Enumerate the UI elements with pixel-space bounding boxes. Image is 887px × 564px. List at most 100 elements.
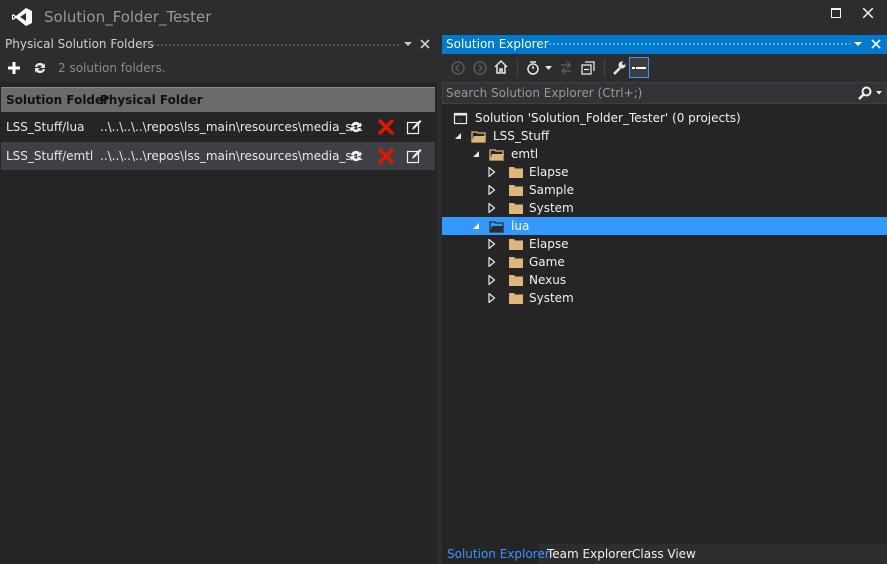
panel-dropdown-icon[interactable] — [403, 36, 417, 52]
sync-with-active-document-icon[interactable] — [558, 60, 574, 76]
folder-icon — [509, 257, 523, 268]
tab-class-view[interactable]: Class View — [632, 547, 696, 561]
delete-icon[interactable] — [378, 148, 394, 164]
tree-node-label: System — [529, 291, 574, 305]
open-folder-icon — [489, 221, 504, 233]
expanded-arrow-icon[interactable] — [471, 149, 481, 159]
tree-node-label: Game — [529, 255, 565, 269]
expanded-arrow-icon[interactable] — [471, 221, 481, 231]
tree-node-folder[interactable]: LSS_Stuff — [442, 127, 887, 145]
search-box — [442, 82, 887, 104]
folder-icon — [509, 167, 523, 178]
close-window-button[interactable] — [855, 4, 881, 24]
collapsed-arrow-icon[interactable] — [487, 257, 497, 267]
sync-icon[interactable] — [348, 148, 364, 164]
close-icon — [862, 7, 874, 19]
tree-node-folder[interactable]: Elapse — [442, 235, 887, 253]
collapsed-arrow-icon[interactable] — [487, 293, 497, 303]
panel-close-icon[interactable] — [870, 36, 884, 52]
preview-selected-items-button[interactable] — [629, 57, 649, 78]
solution-explorer-toolbar — [442, 54, 887, 82]
tab-team-explorer[interactable]: Team Explorer — [547, 547, 633, 561]
expanded-arrow-icon[interactable] — [453, 131, 463, 141]
solution-folder-cell: LSS_Stuff/emtl — [6, 149, 94, 163]
collapsed-arrow-icon[interactable] — [487, 239, 497, 249]
tree-node-label: Elapse — [529, 237, 569, 251]
visual-studio-logo-icon — [12, 8, 32, 26]
column-header-solution-folder[interactable]: Solution Folder — [6, 93, 109, 107]
physical-folder-cell: ..\..\..\..\repos\lss_main\resources\med… — [100, 120, 363, 134]
search-options-dropdown-icon[interactable] — [876, 91, 882, 95]
chevron-down-icon[interactable] — [545, 66, 552, 71]
solution-explorer-title: Solution Explorer — [446, 37, 549, 51]
tree-node-label: Solution 'Solution_Folder_Tester' (0 pro… — [475, 111, 741, 125]
tab-solution-explorer[interactable]: Solution Explorer — [447, 547, 550, 561]
solution-folder-cell: LSS_Stuff/lua — [6, 120, 85, 134]
folder-icon — [509, 275, 523, 286]
collapsed-arrow-icon[interactable] — [487, 203, 497, 213]
maximize-icon — [831, 8, 841, 18]
collapse-all-icon[interactable] — [580, 60, 596, 76]
column-header-physical-folder[interactable]: Physical Folder — [100, 93, 203, 107]
folder-icon — [509, 185, 523, 196]
tree-node-label: Elapse — [529, 165, 569, 179]
panel-dropdown-icon[interactable] — [853, 36, 867, 52]
open-folder-icon — [489, 149, 504, 161]
tree-node-label: lua — [511, 219, 530, 233]
header-grip — [140, 43, 400, 48]
toolbar-separator — [517, 59, 518, 77]
tree-node-label: Nexus — [529, 273, 567, 287]
grid-header: Solution Folder Physical Folder — [1, 87, 435, 112]
maximize-button[interactable] — [823, 4, 849, 24]
tree-node-label: Sample — [529, 183, 574, 197]
tree-node-folder[interactable]: System — [442, 289, 887, 307]
panel-toolbar: 2 solution folders. — [0, 54, 437, 82]
panel-title: Physical Solution Folders — [5, 37, 154, 51]
table-row[interactable]: LSS_Stuff/lua ..\..\..\..\repos\lss_main… — [1, 113, 435, 141]
title-bar: Solution_Folder_Tester — [0, 0, 887, 33]
open-folder-icon — [471, 131, 486, 143]
folder-icon — [509, 203, 523, 214]
tree-node-label: LSS_Stuff — [493, 129, 550, 143]
tree-node-folder[interactable]: Game — [442, 253, 887, 271]
panel-close-icon[interactable] — [419, 36, 433, 52]
solution-explorer-panel: Solution Explorer Search Solution Explor… — [442, 35, 887, 564]
window-title: Solution_Folder_Tester — [44, 8, 212, 26]
back-icon[interactable] — [450, 60, 466, 76]
tree-node-label: emtl — [511, 147, 539, 161]
panel-header: Physical Solution Folders — [0, 35, 437, 54]
preview-icon — [632, 67, 646, 69]
tree-node-folder[interactable]: emtl — [442, 145, 887, 163]
home-icon[interactable] — [493, 59, 509, 75]
tree-node-solution[interactable]: Solution 'Solution_Folder_Tester' (0 pro… — [442, 109, 887, 127]
bottom-tab-strip: Solution Explorer Team Explorer Class Vi… — [442, 544, 887, 564]
edit-icon[interactable] — [406, 148, 422, 164]
tree-node-folder[interactable]: Elapse — [442, 163, 887, 181]
solution-icon — [453, 112, 468, 125]
tree-node-label: System — [529, 201, 574, 215]
folder-icon — [509, 293, 523, 304]
search-input[interactable] — [446, 85, 846, 101]
refresh-icon[interactable] — [32, 60, 48, 76]
physical-solution-folders-panel: Physical Solution Folders 2 solution fol… — [0, 35, 437, 564]
tree-node-folder[interactable]: Sample — [442, 181, 887, 199]
delete-icon[interactable] — [378, 119, 394, 135]
add-icon[interactable] — [6, 60, 22, 76]
header-grip — [540, 42, 850, 47]
search-icon[interactable] — [858, 86, 872, 100]
table-row[interactable]: LSS_Stuff/emtl ..\..\..\..\repos\lss_mai… — [1, 142, 435, 170]
folder-count-status: 2 solution folders. — [58, 61, 166, 75]
tree-node-folder-selected[interactable]: lua — [442, 217, 887, 235]
sync-icon[interactable] — [348, 119, 364, 135]
physical-folder-cell: ..\..\..\..\repos\lss_main\resources\med… — [100, 149, 363, 163]
edit-icon[interactable] — [406, 119, 422, 135]
collapsed-arrow-icon[interactable] — [487, 275, 497, 285]
folder-icon — [509, 239, 523, 250]
collapsed-arrow-icon[interactable] — [487, 185, 497, 195]
pending-changes-filter-icon[interactable] — [525, 60, 541, 76]
forward-icon[interactable] — [472, 60, 488, 76]
tree-node-folder[interactable]: System — [442, 199, 887, 217]
collapsed-arrow-icon[interactable] — [487, 167, 497, 177]
tree-node-folder[interactable]: Nexus — [442, 271, 887, 289]
properties-wrench-icon[interactable] — [611, 60, 627, 76]
